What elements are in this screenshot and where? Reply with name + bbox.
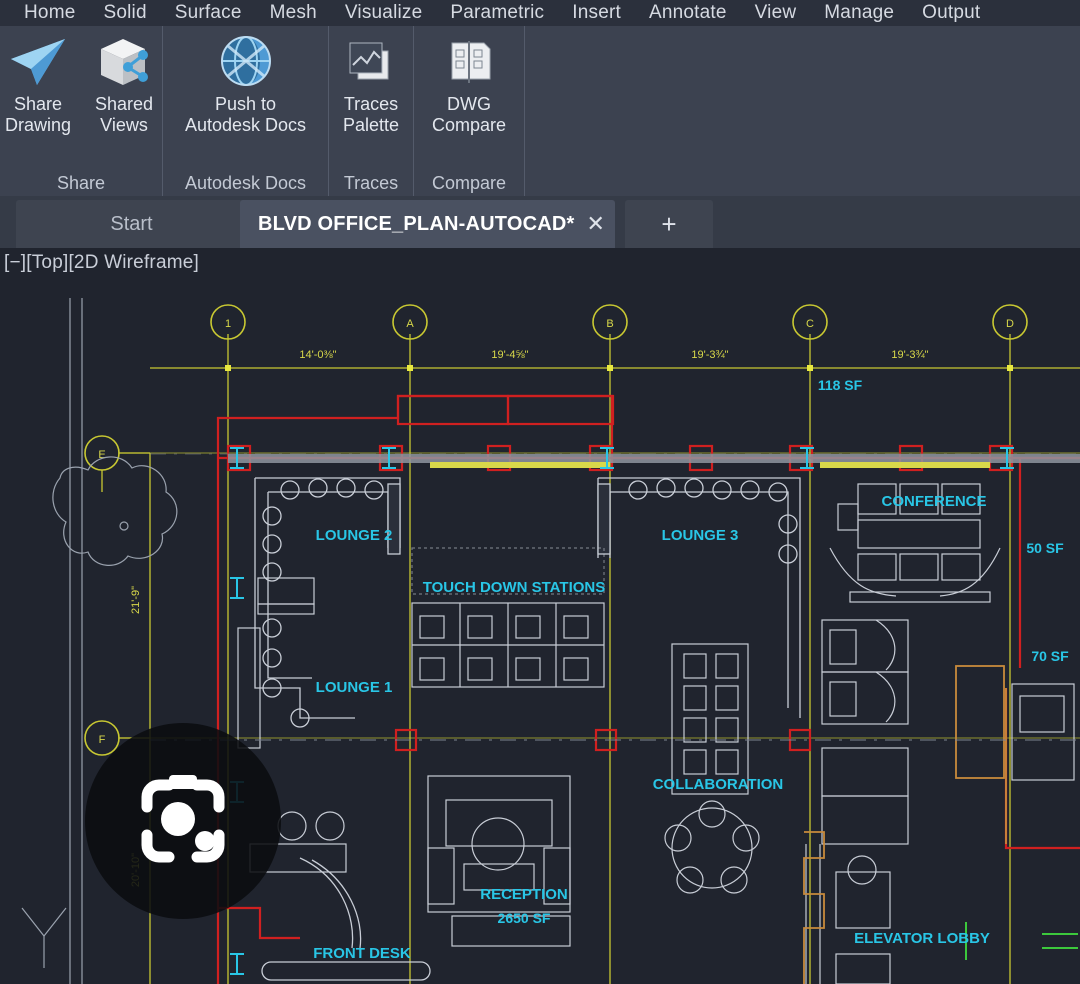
close-icon[interactable]: ✕ <box>586 211 605 237</box>
push-to-autodesk-docs-button[interactable]: Push to Autodesk Docs <box>179 32 312 136</box>
shared-views-button[interactable]: Shared Views <box>81 32 167 136</box>
tab-mesh[interactable]: Mesh <box>256 0 331 26</box>
room-label-lounge-3: LOUNGE 3 <box>662 527 739 544</box>
dwg-compare-label-1: DWG <box>447 94 491 114</box>
new-tab-button[interactable]: + <box>625 200 713 248</box>
room-label-lounge-1: LOUNGE 1 <box>316 679 393 696</box>
room-label-collaboration: COLLABORATION <box>653 776 784 793</box>
dwg-compare-button[interactable]: DWG Compare <box>426 32 512 136</box>
area-label-118sf: 118 SF <box>818 377 863 393</box>
room-labels: LOUNGE 2 LOUNGE 3 LOUNGE 1 TOUCH DOWN ST… <box>313 493 990 962</box>
viewport-controls-label[interactable]: [−][Top][2D Wireframe] <box>4 252 199 274</box>
traces-palette-icon <box>340 32 402 94</box>
tab-manage[interactable]: Manage <box>810 0 908 26</box>
shared-views-label-2: Views <box>100 115 148 135</box>
touch-down-stations-furniture <box>411 547 605 688</box>
dwg-compare-icon <box>438 32 500 94</box>
area-label-70sf: 70 SF <box>1031 648 1069 664</box>
dwg-compare-label-2: Compare <box>431 115 507 135</box>
file-tab-start[interactable]: Start <box>16 200 247 248</box>
collaboration-furniture <box>664 643 760 894</box>
tab-view[interactable]: View <box>741 0 811 26</box>
ribbon-panel-share: Share Drawing Shared Views Share <box>0 26 163 196</box>
dimension-label: 19'-3¾" <box>891 349 928 361</box>
push-to-autodesk-docs-label-1: Push to <box>214 94 277 114</box>
google-lens-button[interactable] <box>85 723 281 919</box>
shared-views-label-1: Shared <box>94 94 154 114</box>
grid-bubble-label: 1 <box>225 318 231 330</box>
dimension-label: 14'-0⅜" <box>299 349 336 361</box>
ribbon-panel-traces: Traces Palette Traces <box>329 26 414 196</box>
tab-insert[interactable]: Insert <box>558 0 635 26</box>
area-label-2650sf: 2650 SF <box>498 910 551 926</box>
room-label-conference: CONFERENCE <box>881 493 986 510</box>
push-to-autodesk-docs-label-2: Autodesk Docs <box>184 115 307 135</box>
share-drawing-icon <box>7 32 69 94</box>
room-label-lounge-2: LOUNGE 2 <box>316 527 393 544</box>
grid-bubble-label: F <box>99 734 106 746</box>
panel-title-share: Share <box>56 173 106 193</box>
room-label-front-desk: FRONT DESK <box>313 945 411 962</box>
google-lens-icon <box>141 775 225 863</box>
tab-output[interactable]: Output <box>908 0 994 26</box>
tab-annotate[interactable]: Annotate <box>635 0 741 26</box>
ribbon-panel-autodesk-docs: Push to Autodesk Docs Autodesk Docs <box>163 26 329 196</box>
ribbon-body: Share Drawing Shared Views Share Push to… <box>0 26 1080 196</box>
grid-bubble-label: A <box>406 318 414 330</box>
push-to-autodesk-docs-icon <box>215 32 277 94</box>
file-tab-active-label: BLVD OFFICE_PLAN-AUTOCAD* <box>258 212 575 235</box>
shared-views-icon <box>93 32 155 94</box>
tab-visualize[interactable]: Visualize <box>331 0 437 26</box>
file-tab-bar: Start BLVD OFFICE_PLAN-AUTOCAD* ✕ + <box>0 196 1080 248</box>
panel-title-autodesk-docs: Autodesk Docs <box>184 173 307 193</box>
horizontal-dimension-labels: 14'-0⅜" 19'-4⅝" 19'-3¾" 19'-3¾" <box>299 349 928 361</box>
tab-home[interactable]: Home <box>10 0 89 26</box>
tab-parametric[interactable]: Parametric <box>436 0 558 26</box>
wall-band <box>228 454 1080 468</box>
grid-bubble-label: B <box>606 318 613 330</box>
grid-lines <box>118 334 1080 984</box>
autocad-window: Home Solid Surface Mesh Visualize Parame… <box>0 0 1080 984</box>
room-label-touch-down: TOUCH DOWN STATIONS <box>423 579 606 596</box>
grid-bubble-label: D <box>1006 318 1014 330</box>
ribbon-panel-compare: DWG Compare Compare <box>414 26 525 196</box>
share-drawing-label-2: Drawing <box>4 115 72 135</box>
file-tab-start-label: Start <box>110 212 153 235</box>
panel-title-compare: Compare <box>431 173 507 193</box>
dimension-label: 19'-3¾" <box>691 349 728 361</box>
room-label-reception: RECEPTION <box>480 886 568 903</box>
plus-icon: + <box>661 208 677 239</box>
share-drawing-button[interactable]: Share Drawing <box>0 32 81 136</box>
tab-solid[interactable]: Solid <box>89 0 160 26</box>
grid-bubble-label: C <box>806 318 814 330</box>
dimension-label: 21'-9" <box>130 586 142 614</box>
dimension-label: 19'-4⅝" <box>491 349 528 361</box>
elevator-lobby-furniture <box>805 844 891 984</box>
ribbon-tab-strip: Home Solid Surface Mesh Visualize Parame… <box>0 0 1080 26</box>
share-drawing-label-1: Share <box>13 94 63 114</box>
traces-palette-label-2: Palette <box>342 115 400 135</box>
room-label-elevator-lobby: ELEVATOR LOBBY <box>854 930 990 947</box>
file-tab-active[interactable]: BLVD OFFICE_PLAN-AUTOCAD* ✕ <box>240 200 616 248</box>
panel-title-traces: Traces <box>343 173 399 193</box>
traces-palette-label-1: Traces <box>343 94 399 114</box>
area-label-50sf: 50 SF <box>1026 540 1064 556</box>
traces-palette-button[interactable]: Traces Palette <box>328 32 414 136</box>
tab-surface[interactable]: Surface <box>161 0 256 26</box>
